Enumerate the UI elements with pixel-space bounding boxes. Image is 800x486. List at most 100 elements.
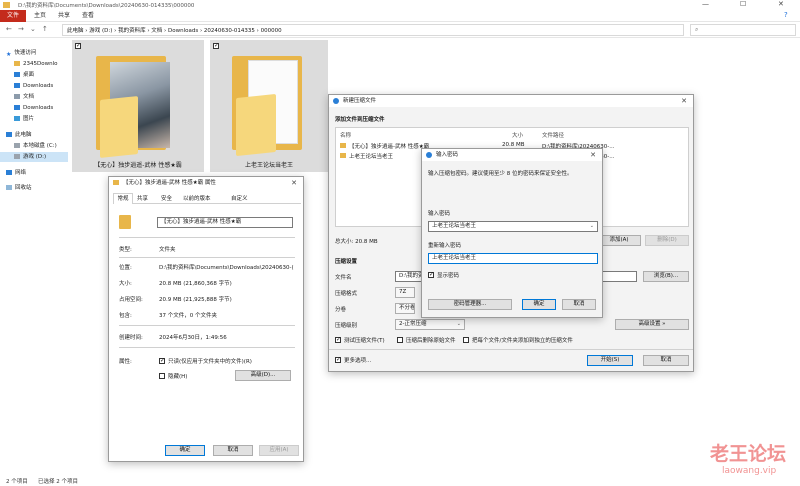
delete-after-checkbox[interactable] (397, 337, 403, 343)
column-header-path[interactable]: 文件路径 (542, 131, 564, 139)
breadcrumb-item[interactable]: 我的资料库 (118, 28, 146, 34)
test-archive-checkbox[interactable] (335, 336, 341, 343)
folder-front (100, 96, 138, 158)
filename-label: 文件名 (335, 275, 352, 281)
password-input[interactable]: 上老王论坛当老王 ⌄ (428, 221, 598, 232)
file-name: 【无心】独步逍遥-武林 性感★霸 (94, 162, 182, 169)
breadcrumb-item[interactable]: 000000 (261, 28, 282, 34)
ok-button[interactable]: 确定 (522, 299, 556, 310)
address-bar[interactable]: 此电脑 › 游戏 (D:) › 我的资料库 › 文档 › Downloads ›… (62, 24, 684, 36)
show-password-checkbox[interactable] (428, 271, 434, 278)
help-icon[interactable]: ? (784, 11, 788, 19)
sidebar-item-pictures[interactable]: 图片 (14, 114, 34, 124)
sidebar-item-recycle-bin[interactable]: 回收站 (6, 183, 32, 193)
file-tile[interactable]: 上老王论坛当老王 (210, 40, 328, 172)
computer-icon (6, 132, 12, 137)
advanced-settings-button[interactable]: 高级设置 » (615, 319, 689, 330)
password-manager-button[interactable]: 密码管理器... (428, 299, 512, 310)
location-value: D:\我的资料库\Documents\Downloads\20240630-( (159, 265, 294, 271)
dialog-titlebar: 输入密码 ✕ (422, 149, 602, 161)
tab-previous-versions[interactable]: 以前的版本 (183, 194, 211, 204)
ribbon-tab-home[interactable]: 主页 (34, 10, 46, 22)
breadcrumb-item[interactable]: 游戏 (D:) (89, 28, 112, 34)
apply-button[interactable]: 应用(A) (259, 445, 299, 456)
separator (119, 257, 295, 258)
column-header-name[interactable]: 名称 (340, 131, 351, 139)
select-checkbox[interactable] (75, 42, 81, 49)
recent-icon[interactable]: ⌄ (30, 25, 36, 33)
breadcrumb-item[interactable]: Downloads (168, 28, 198, 34)
folder-name-input[interactable]: 【无心】独步逍遥-武林 性感★霸 (157, 217, 293, 228)
more-options-checkbox[interactable] (335, 356, 341, 363)
breadcrumb-item[interactable]: 文档 (151, 28, 162, 34)
sidebar-item-drive-c[interactable]: 本地磁盘 (C:) (14, 141, 57, 151)
cancel-button[interactable]: 取消 (643, 355, 689, 366)
ribbon-tab-share[interactable]: 共享 (58, 10, 70, 22)
hidden-label: 隐藏(H) (168, 374, 188, 380)
breadcrumb-item[interactable]: 20240630-014335 (204, 28, 255, 34)
sidebar-item-network[interactable]: 网络 (6, 168, 26, 178)
contains-value: 37 个文件，0 个文件夹 (159, 313, 217, 319)
tab-general[interactable]: 常规 (113, 193, 133, 204)
sidebar-item-quick-access[interactable]: ★ 快速访问 (6, 48, 36, 58)
start-button[interactable]: 开始(S) (587, 355, 633, 366)
created-value: 2024年6月30日，1:49:56 (159, 335, 227, 341)
tab-sharing[interactable]: 共享 (137, 194, 148, 204)
close-icon[interactable]: ✕ (778, 0, 784, 8)
forward-icon[interactable]: → (18, 25, 24, 33)
cancel-button[interactable]: 取消 (562, 299, 596, 310)
show-password-label: 显示密码 (437, 273, 460, 279)
add-button[interactable]: 添加(A) (597, 235, 641, 246)
close-icon[interactable]: ✕ (681, 95, 687, 107)
delete-after-label: 压缩后删除原始文件 (406, 338, 456, 344)
level-select[interactable]: 2-正常压缩 ⌄ (395, 319, 465, 330)
size-label: 大小: (119, 281, 132, 287)
remove-button[interactable]: 删除(D) (645, 235, 689, 246)
breadcrumb-item[interactable]: 此电脑 (67, 28, 84, 34)
tab-security[interactable]: 安全 (161, 194, 172, 204)
sidebar-item-documents[interactable]: 文档 (14, 92, 34, 102)
sidebar-item-desktop[interactable]: 桌面 (14, 70, 34, 80)
disk-size-label: 占用空间: (119, 297, 143, 303)
sidebar-item-downloads-2[interactable]: Downloads (14, 103, 53, 113)
select-checkbox[interactable] (213, 42, 219, 49)
cancel-button[interactable]: 取消 (213, 445, 253, 456)
sidebar-item-downloads[interactable]: Downloads (14, 81, 53, 91)
split-select[interactable]: 不分卷 (395, 303, 415, 314)
format-select[interactable]: 7Z (395, 287, 415, 298)
maximize-icon[interactable]: ☐ (740, 0, 746, 8)
browse-button[interactable]: 浏览(B)... (643, 271, 689, 282)
contains-label: 包含: (119, 313, 132, 319)
recycle-bin-icon (6, 185, 12, 190)
desktop-icon (14, 72, 20, 77)
separate-archives-checkbox[interactable] (463, 337, 469, 343)
up-icon[interactable]: ↑ (42, 25, 48, 33)
chevron-down-icon[interactable]: ⌄ (590, 222, 594, 231)
sidebar-item-2345downloads[interactable]: 2345Downlo (14, 59, 57, 69)
item-count: 2 个项目 (6, 479, 28, 485)
ribbon-file-tab[interactable]: 文件 (0, 10, 26, 22)
column-header-size[interactable]: 大小 (512, 131, 523, 139)
dialog-titlebar: 新建压缩文件 ✕ (329, 95, 693, 107)
document-icon (14, 94, 20, 99)
folder-icon (340, 153, 346, 158)
type-label: 类型: (119, 247, 132, 253)
advanced-button[interactable]: 高级(D)... (235, 370, 291, 381)
total-size: 总大小: 20.8 MB (335, 239, 378, 245)
watermark-url: laowang.vip (722, 466, 777, 476)
sidebar-item-drive-d[interactable]: 游戏 (D:) (0, 152, 68, 162)
close-icon[interactable]: ✕ (291, 177, 297, 189)
reenter-password-input[interactable]: 上老王论坛当老王 (428, 253, 598, 264)
readonly-checkbox[interactable] (159, 357, 165, 364)
ribbon-tab-view[interactable]: 查看 (82, 10, 94, 22)
search-input[interactable]: ⌕ (690, 24, 796, 36)
tab-customize[interactable]: 自定义 (231, 194, 248, 204)
back-icon[interactable]: ← (6, 25, 12, 33)
hidden-checkbox[interactable] (159, 373, 165, 379)
minimize-icon[interactable]: — (702, 0, 709, 8)
sidebar-item-this-pc[interactable]: 此电脑 (6, 130, 32, 140)
separator (329, 349, 693, 350)
close-icon[interactable]: ✕ (590, 149, 596, 161)
file-tile[interactable]: 【无心】独步逍遥-武林 性感★霸 (72, 40, 204, 172)
ok-button[interactable]: 确定 (165, 445, 205, 456)
